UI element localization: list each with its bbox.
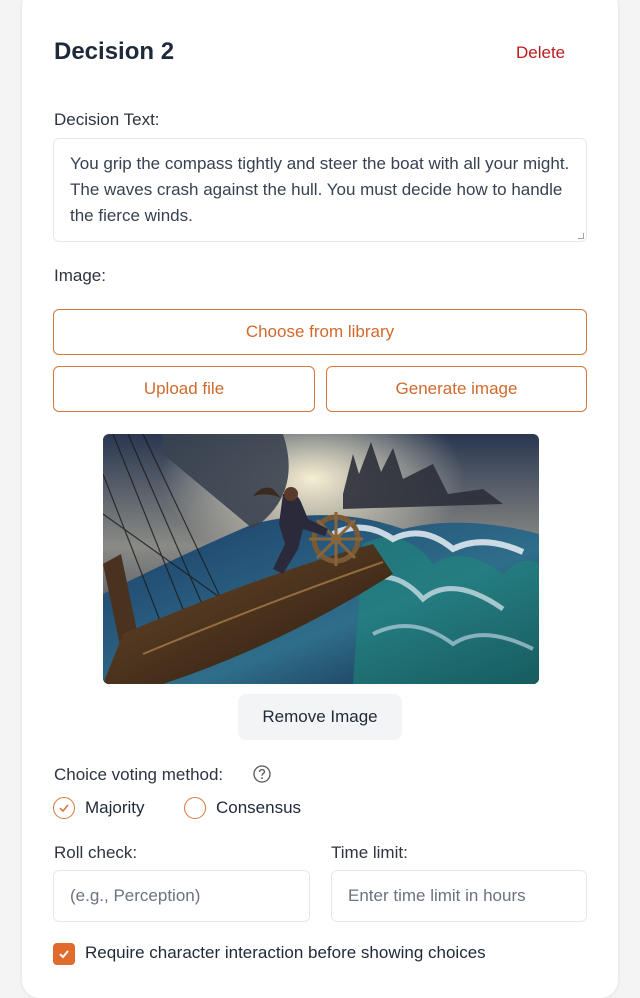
require-interaction-label: Require character interaction before sho… (85, 943, 486, 962)
choose-from-library-button[interactable]: Choose from library (53, 309, 587, 355)
decision-image (103, 434, 539, 684)
voting-method-label: Choice voting method: (54, 765, 224, 784)
decision-title: Decision 2 (54, 38, 175, 65)
radio-consensus-label: Consensus (216, 798, 302, 817)
generate-image-button[interactable]: Generate image (326, 366, 587, 412)
checkmark-icon (59, 950, 69, 959)
require-interaction-checkbox[interactable] (53, 943, 75, 965)
image-label: Image: (54, 266, 106, 285)
ship-storm-illustration (103, 434, 539, 684)
resize-handle[interactable] (578, 233, 584, 239)
radio-majority[interactable]: Majority (53, 797, 145, 819)
upload-file-button[interactable]: Upload file (53, 366, 315, 412)
delete-button[interactable]: Delete (516, 43, 565, 63)
decision-text-input[interactable]: You grip the compass tightly and steer t… (53, 138, 587, 242)
radio-consensus[interactable]: Consensus (184, 797, 301, 819)
radio-consensus-indicator (184, 797, 206, 819)
radio-majority-indicator (53, 797, 75, 819)
time-limit-input[interactable]: Enter time limit in hours (331, 870, 587, 922)
roll-check-label: Roll check: (54, 843, 138, 862)
decision-text-value: You grip the compass tightly and steer t… (70, 154, 570, 225)
radio-majority-label: Majority (85, 798, 145, 817)
time-limit-placeholder: Enter time limit in hours (348, 886, 526, 905)
check-icon (59, 804, 69, 813)
time-limit-label: Time limit: (331, 843, 408, 862)
roll-check-placeholder: (e.g., Perception) (70, 886, 201, 905)
help-icon[interactable] (253, 765, 271, 783)
decision-text-label: Decision Text: (54, 110, 160, 129)
remove-image-button[interactable]: Remove Image (238, 694, 402, 740)
roll-check-input[interactable]: (e.g., Perception) (53, 870, 310, 922)
